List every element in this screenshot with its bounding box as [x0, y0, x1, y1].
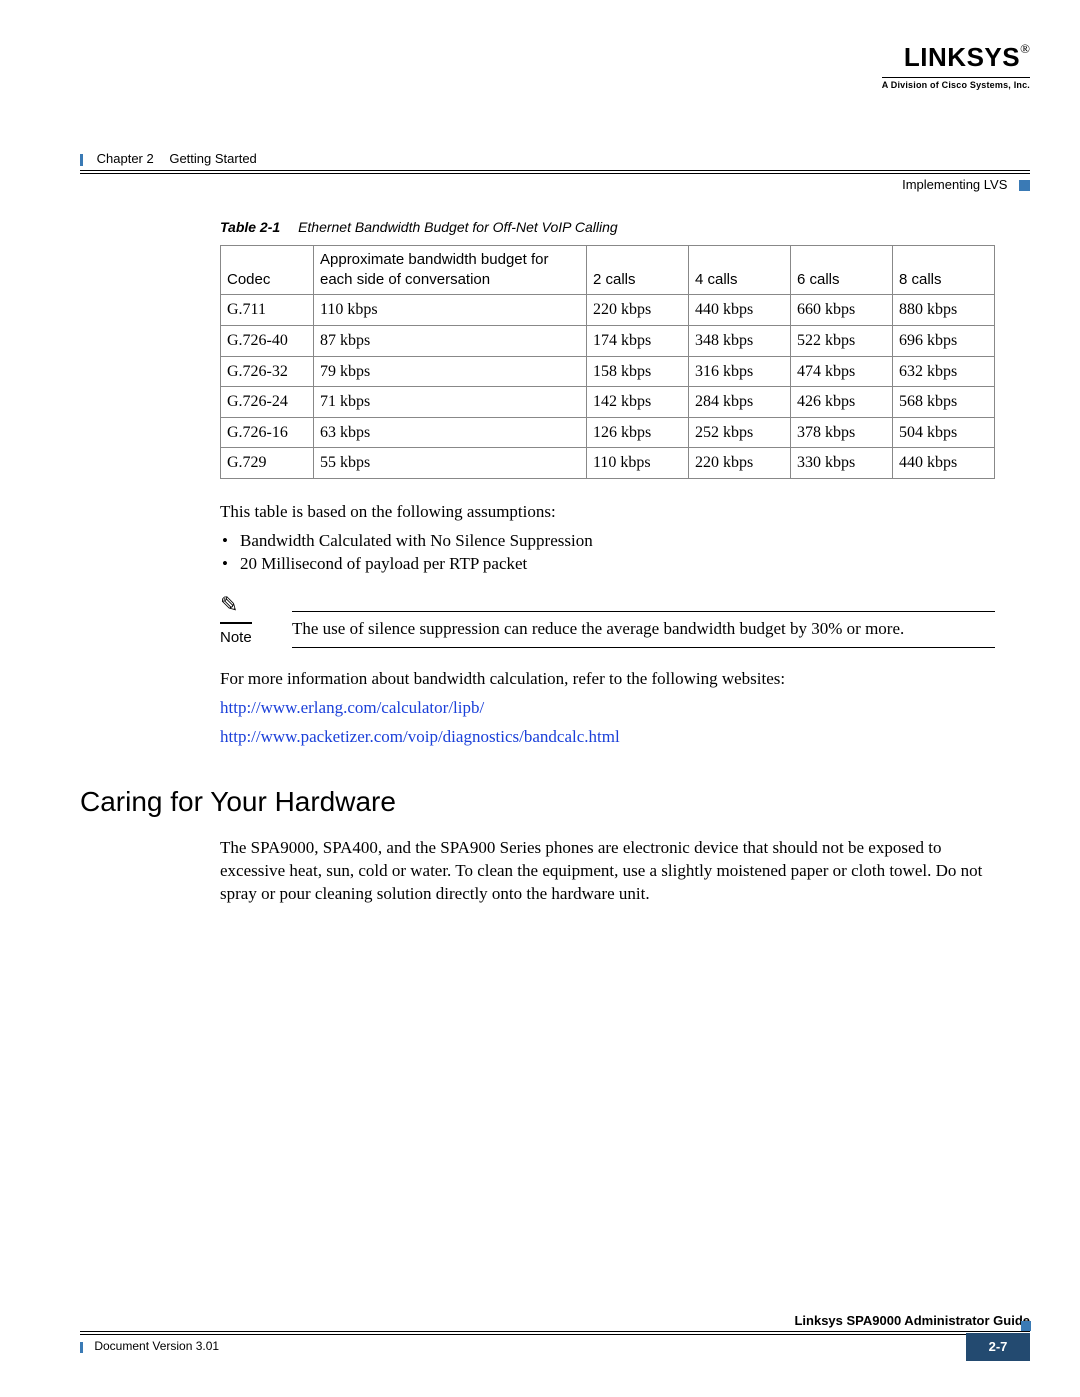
doc-version: Document Version 3.01 [94, 1339, 219, 1353]
list-item: Bandwidth Calculated with No Silence Sup… [240, 530, 995, 553]
section-heading-caring: Caring for Your Hardware [80, 783, 995, 821]
th-6calls: 6 calls [791, 245, 893, 295]
cell-bw: 87 kbps [314, 326, 587, 357]
cell-bw: 71 kbps [314, 387, 587, 418]
cell-8calls: 568 kbps [893, 387, 995, 418]
cell-4calls: 252 kbps [689, 417, 791, 448]
table-row: G.726-16 63 kbps 126 kbps 252 kbps 378 k… [221, 417, 995, 448]
page-footer: Linksys SPA9000 Administrator Guide Docu… [80, 1312, 1030, 1361]
cell-2calls: 158 kbps [587, 356, 689, 387]
table-caption: Table 2-1 Ethernet Bandwidth Budget for … [220, 218, 995, 237]
cell-codec: G.726-32 [221, 356, 314, 387]
note-icon-area: ✎ Note [220, 590, 270, 648]
cell-4calls: 316 kbps [689, 356, 791, 387]
cell-codec: G.726-40 [221, 326, 314, 357]
cell-4calls: 440 kbps [689, 295, 791, 326]
registered-mark: ® [1020, 41, 1030, 56]
chapter-line: Chapter 2 Getting Started [80, 150, 1030, 171]
caring-paragraph: The SPA9000, SPA400, and the SPA900 Seri… [220, 837, 995, 906]
th-8calls: 8 calls [893, 245, 995, 295]
cell-codec: G.711 [221, 295, 314, 326]
page-number-box: 2-7 [966, 1333, 1030, 1361]
content-area: Table 2-1 Ethernet Bandwidth Budget for … [220, 218, 995, 906]
cell-bw: 55 kbps [314, 448, 587, 479]
th-codec: Codec [221, 245, 314, 295]
cell-codec: G.729 [221, 448, 314, 479]
cell-6calls: 426 kbps [791, 387, 893, 418]
note-text: The use of silence suppression can reduc… [292, 611, 995, 648]
cell-4calls: 284 kbps [689, 387, 791, 418]
cell-2calls: 126 kbps [587, 417, 689, 448]
cell-4calls: 348 kbps [689, 326, 791, 357]
more-info-text: For more information about bandwidth cal… [220, 668, 995, 691]
pencil-icon: ✎ [220, 590, 252, 624]
chapter-title: Getting Started [169, 151, 256, 166]
chapter-bar-icon [80, 154, 83, 166]
th-4calls: 4 calls [689, 245, 791, 295]
logo-word: LINKSYS [904, 42, 1020, 72]
body-text: This table is based on the following ass… [220, 501, 995, 749]
cell-4calls: 220 kbps [689, 448, 791, 479]
cell-6calls: 330 kbps [791, 448, 893, 479]
page-number: 2-7 [989, 1339, 1008, 1354]
cell-8calls: 632 kbps [893, 356, 995, 387]
th-bandwidth: Approximate bandwidth budget for each si… [314, 245, 587, 295]
cell-6calls: 378 kbps [791, 417, 893, 448]
assumptions-intro: This table is based on the following ass… [220, 501, 995, 524]
cell-8calls: 880 kbps [893, 295, 995, 326]
cell-codec: G.726-24 [221, 387, 314, 418]
linksys-logo: LINKSYS® A Division of Cisco Systems, In… [882, 40, 1030, 91]
table-number: Table 2-1 [220, 219, 280, 235]
cell-6calls: 522 kbps [791, 326, 893, 357]
footer-bar-icon [80, 1342, 83, 1353]
cell-bw: 79 kbps [314, 356, 587, 387]
packetizer-link[interactable]: http://www.packetizer.com/voip/diagnosti… [220, 727, 620, 746]
table-header-row: Codec Approximate bandwidth budget for e… [221, 245, 995, 295]
cell-2calls: 142 kbps [587, 387, 689, 418]
cell-8calls: 504 kbps [893, 417, 995, 448]
page-header: LINKSYS® A Division of Cisco Systems, In… [80, 40, 1030, 110]
cell-2calls: 110 kbps [587, 448, 689, 479]
note-block: ✎ Note The use of silence suppression ca… [220, 590, 995, 648]
list-item: 20 Millisecond of payload per RTP packet [240, 553, 995, 576]
footer-square-icon [1021, 1321, 1031, 1331]
cell-bw: 63 kbps [314, 417, 587, 448]
cell-bw: 110 kbps [314, 295, 587, 326]
section-square-icon [1019, 180, 1030, 191]
table-row: G.726-24 71 kbps 142 kbps 284 kbps 426 k… [221, 387, 995, 418]
section-title: Implementing LVS [902, 177, 1007, 192]
bandwidth-table: Codec Approximate bandwidth budget for e… [220, 245, 995, 479]
erlang-link[interactable]: http://www.erlang.com/calculator/lipb/ [220, 698, 484, 717]
cell-2calls: 220 kbps [587, 295, 689, 326]
table-title: Ethernet Bandwidth Budget for Off-Net Vo… [298, 219, 618, 235]
table-row: G.729 55 kbps 110 kbps 220 kbps 330 kbps… [221, 448, 995, 479]
table-row: G.726-32 79 kbps 158 kbps 316 kbps 474 k… [221, 356, 995, 387]
cell-8calls: 440 kbps [893, 448, 995, 479]
table-row: G.726-40 87 kbps 174 kbps 348 kbps 522 k… [221, 326, 995, 357]
logo-subtitle: A Division of Cisco Systems, Inc. [882, 77, 1030, 91]
cell-6calls: 660 kbps [791, 295, 893, 326]
footer-guide-title: Linksys SPA9000 Administrator Guide [80, 1312, 1030, 1333]
chapter-number: Chapter 2 [97, 151, 154, 166]
footer-left: Document Version 3.01 [80, 1335, 219, 1361]
cell-codec: G.726-16 [221, 417, 314, 448]
page: LINKSYS® A Division of Cisco Systems, In… [0, 0, 1080, 1397]
footer-bottom: Document Version 3.01 2-7 [80, 1334, 1030, 1361]
assumptions-list: Bandwidth Calculated with No Silence Sup… [220, 530, 995, 576]
th-2calls: 2 calls [587, 245, 689, 295]
cell-8calls: 696 kbps [893, 326, 995, 357]
table-row: G.711 110 kbps 220 kbps 440 kbps 660 kbp… [221, 295, 995, 326]
cell-6calls: 474 kbps [791, 356, 893, 387]
cell-2calls: 174 kbps [587, 326, 689, 357]
section-line: Implementing LVS [80, 173, 1030, 194]
note-label: Note [220, 628, 270, 648]
